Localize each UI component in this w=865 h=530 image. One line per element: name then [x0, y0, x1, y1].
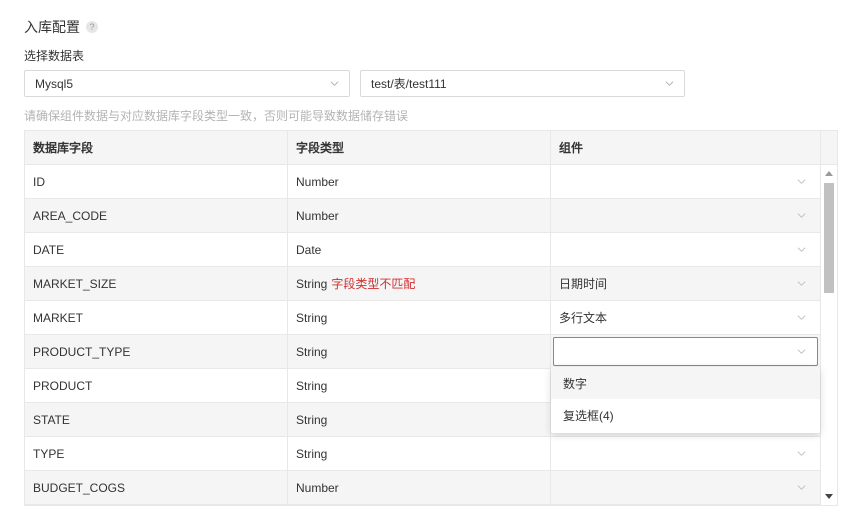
help-icon[interactable]: ? [86, 21, 98, 33]
field-type-cell: String 字段类型不匹配 [288, 267, 551, 300]
field-type-cell: String [288, 335, 551, 368]
chevron-down-icon [797, 281, 806, 286]
type-mismatch-hint: 请确保组件数据与对应数据库字段类型一致，否则可能导致数据储存错误 [24, 109, 409, 123]
chevron-down-icon [797, 315, 806, 320]
component-select[interactable]: 多行文本 [551, 301, 821, 334]
page-title-text: 入库配置 [24, 19, 80, 35]
type-mismatch-warning: 字段类型不匹配 [331, 277, 416, 291]
field-type-text: String [296, 412, 328, 427]
vertical-scrollbar[interactable] [821, 165, 837, 505]
field-name-cell: DATE [25, 233, 288, 266]
chevron-down-icon [797, 213, 806, 218]
component-select-focused[interactable] [553, 337, 818, 366]
field-type-text: Number [296, 174, 339, 189]
table-row: BUDGET_COGS Number [25, 471, 837, 505]
field-name-cell: TYPE [25, 437, 288, 470]
field-name-cell: MARKET [25, 301, 288, 334]
database-select[interactable]: Mysql5 [24, 70, 350, 97]
page-title: 入库配置 ? [24, 17, 98, 37]
table-select[interactable]: test/表/test111 [360, 70, 685, 97]
chevron-down-icon [797, 247, 806, 252]
field-type-text: Number [296, 208, 339, 223]
component-select[interactable] [551, 233, 821, 266]
chevron-down-icon [797, 179, 806, 184]
field-type-cell: Date [288, 233, 551, 266]
component-select-value: 多行文本 [559, 311, 608, 325]
header-scroll-spacer [821, 131, 837, 164]
chevron-down-icon [797, 451, 806, 456]
field-name-cell: STATE [25, 403, 288, 436]
component-select[interactable] [551, 165, 821, 198]
field-type-cell: String [288, 437, 551, 470]
component-select[interactable] [551, 335, 821, 368]
table-row: MARKET_SIZE String 字段类型不匹配 日期时间 [25, 267, 837, 301]
component-select[interactable] [551, 199, 821, 232]
chevron-down-icon [797, 349, 806, 354]
field-name-cell: MARKET_SIZE [25, 267, 288, 300]
dropdown-option-checkbox[interactable]: 复选框(4) [551, 399, 820, 431]
field-type-text: String [296, 310, 328, 325]
component-dropdown-menu: 数字 复选框(4) [551, 367, 820, 433]
field-type-text: String [296, 378, 328, 393]
field-mapping-table: 数据库字段 字段类型 组件 ID Number AREA_CODE Number DAT… [24, 130, 838, 506]
dropdown-option-number[interactable]: 数字 [551, 367, 820, 399]
field-type-cell: String [288, 403, 551, 436]
component-select[interactable] [551, 437, 821, 470]
table-row: DATE Date [25, 233, 837, 267]
component-select[interactable] [551, 471, 821, 504]
chevron-down-icon [330, 81, 339, 86]
field-type-cell: Number [288, 165, 551, 198]
field-type-cell: String [288, 301, 551, 334]
chevron-down-icon [665, 81, 674, 86]
field-type-text: String [296, 446, 328, 461]
field-type-text: String [296, 276, 328, 291]
scrollbar-thumb[interactable] [824, 183, 834, 293]
table-row: ID Number [25, 165, 837, 199]
component-select[interactable]: 日期时间 [551, 267, 821, 300]
table-select-value: test/表/test111 [371, 77, 447, 91]
field-name-cell: PRODUCT_TYPE [25, 335, 288, 368]
table-header: 数据库字段 字段类型 组件 [25, 131, 837, 165]
field-type-text: Date [296, 242, 322, 257]
field-type-text: String [296, 344, 328, 359]
scroll-down-icon[interactable] [825, 494, 833, 499]
component-select-value: 日期时间 [559, 277, 608, 291]
table-row: MARKET String 多行文本 [25, 301, 837, 335]
field-name-cell: AREA_CODE [25, 199, 288, 232]
field-name-cell: PRODUCT [25, 369, 288, 402]
field-type-text: Number [296, 480, 339, 495]
column-header-type: 字段类型 [288, 131, 551, 164]
scroll-up-icon[interactable] [825, 171, 833, 176]
table-row: AREA_CODE Number [25, 199, 837, 233]
field-name-cell: ID [25, 165, 288, 198]
table-row: TYPE String [25, 437, 837, 471]
field-name-cell: BUDGET_COGS [25, 471, 288, 504]
table-row: PRODUCT_TYPE String [25, 335, 837, 369]
column-header-component: 组件 [551, 131, 821, 164]
column-header-field: 数据库字段 [25, 131, 288, 164]
field-type-cell: Number [288, 471, 551, 504]
chevron-down-icon [797, 485, 806, 490]
field-type-cell: String [288, 369, 551, 402]
database-select-value: Mysql5 [35, 76, 74, 91]
select-table-label: 选择数据表 [24, 49, 85, 63]
field-type-cell: Number [288, 199, 551, 232]
